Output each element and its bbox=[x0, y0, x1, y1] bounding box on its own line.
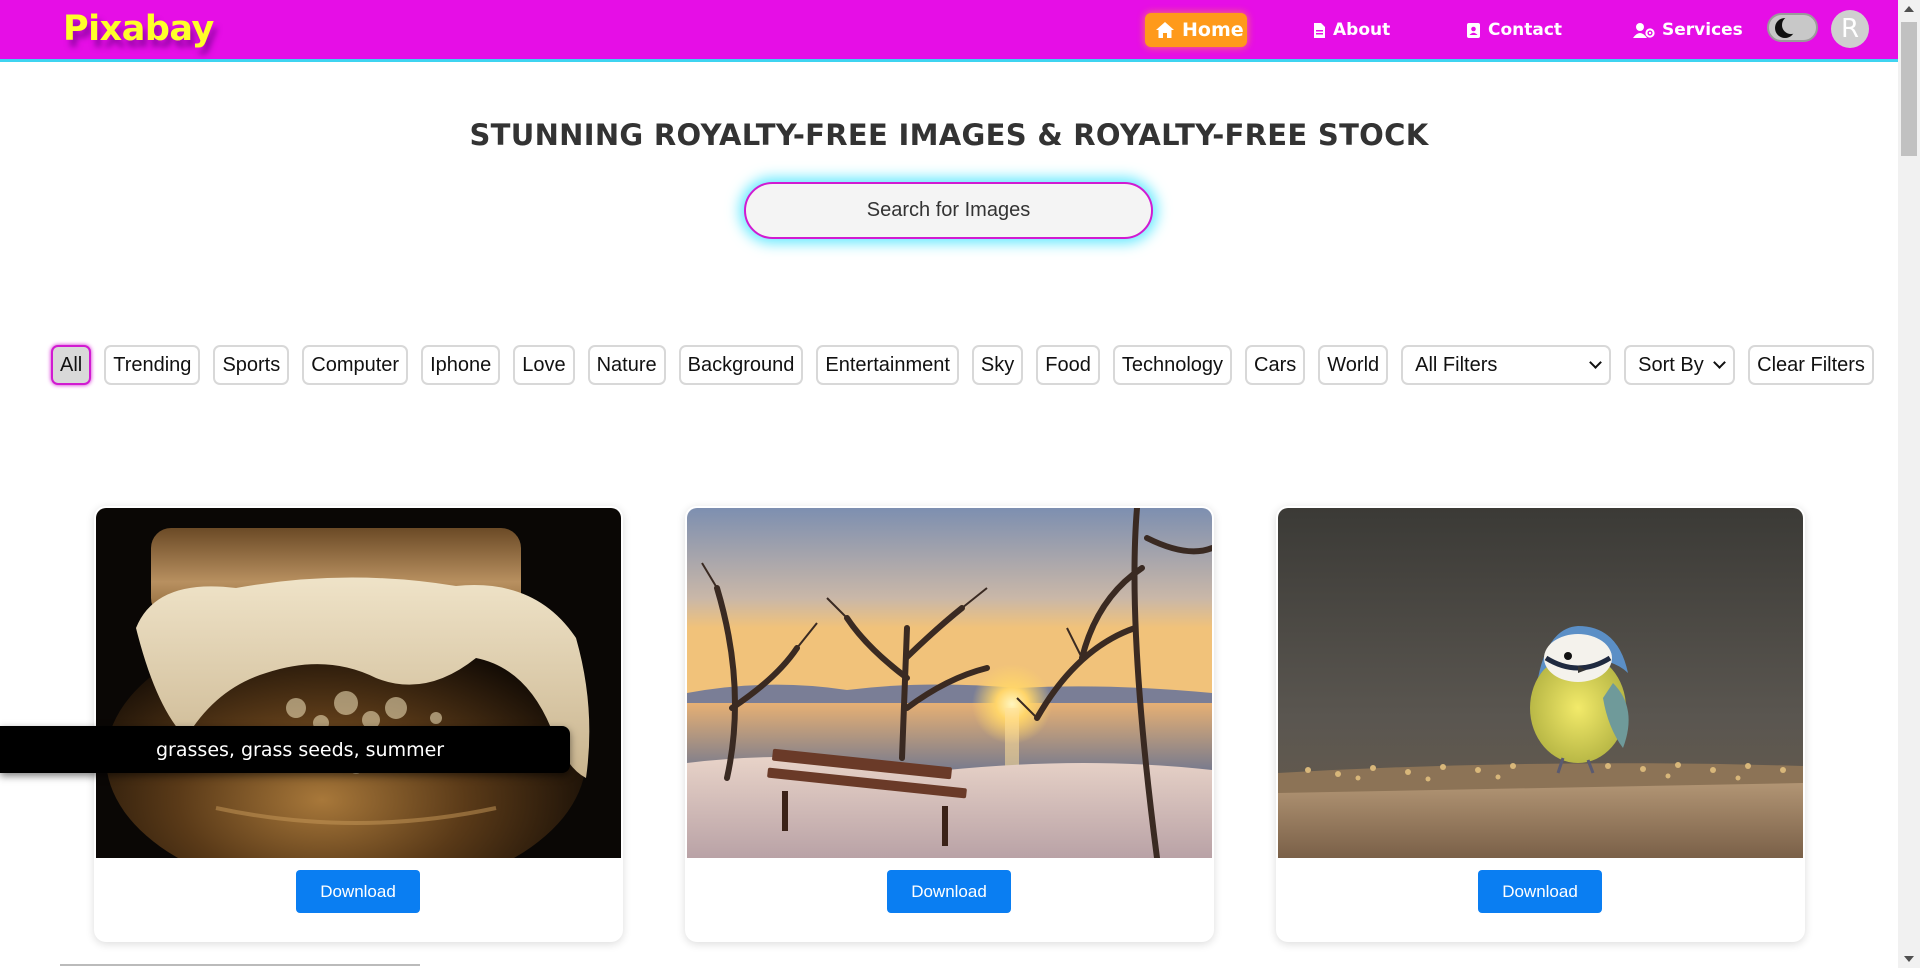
nav-contact-label: Contact bbox=[1488, 20, 1563, 40]
filter-chip-cars[interactable]: Cars bbox=[1245, 345, 1306, 385]
filter-chip-sports[interactable]: Sports bbox=[213, 345, 290, 385]
filter-chip-background[interactable]: Background bbox=[678, 345, 804, 385]
filter-chip-love[interactable]: Love bbox=[513, 345, 575, 385]
filter-chip-computer[interactable]: Computer bbox=[302, 345, 409, 385]
nav-about[interactable]: About bbox=[1303, 13, 1400, 47]
all-filters-value: All Filters bbox=[1415, 353, 1498, 376]
jar-with-cloth-photo[interactable] bbox=[96, 508, 621, 858]
nav-home-label: Home bbox=[1182, 19, 1244, 41]
filter-chip-iphone[interactable]: Iphone bbox=[421, 345, 501, 385]
nav-contact[interactable]: Contact bbox=[1456, 13, 1572, 47]
filter-chip-food[interactable]: Food bbox=[1036, 345, 1100, 385]
download-button[interactable]: Download bbox=[1478, 870, 1602, 913]
filter-chip-world[interactable]: World bbox=[1318, 345, 1389, 385]
user-gear-icon bbox=[1633, 22, 1655, 39]
download-button[interactable]: Download bbox=[296, 870, 420, 913]
image-tags-tooltip: grasses, grass seeds, summer bbox=[0, 726, 570, 773]
filter-chip-all[interactable]: All bbox=[51, 345, 92, 385]
scroll-up-arrow-icon[interactable] bbox=[1904, 6, 1914, 12]
image-card: Download bbox=[685, 506, 1214, 942]
filter-chip-trending[interactable]: Trending bbox=[104, 345, 201, 385]
blue-tit-bird-photo[interactable] bbox=[1278, 508, 1803, 858]
filter-chip-nature[interactable]: Nature bbox=[587, 345, 666, 385]
scrollbar-thumb[interactable] bbox=[1901, 22, 1917, 156]
filter-bar: All Trending Sports Computer Iphone Love… bbox=[51, 345, 1874, 385]
sort-by-select[interactable]: Sort By bbox=[1624, 345, 1736, 385]
nav-services-label: Services bbox=[1662, 20, 1743, 40]
filter-chip-sky[interactable]: Sky bbox=[971, 345, 1024, 385]
clear-filters-button[interactable]: Clear Filters bbox=[1748, 345, 1874, 385]
page-title: STUNNING ROYALTY-FREE IMAGES & ROYALTY-F… bbox=[469, 118, 1429, 152]
contact-card-icon bbox=[1466, 22, 1481, 39]
document-icon bbox=[1313, 22, 1326, 39]
page: Pixabay Home About Contact Services R ST… bbox=[0, 0, 1920, 968]
scroll-down-arrow-icon[interactable] bbox=[1904, 956, 1914, 962]
theme-toggle[interactable] bbox=[1767, 13, 1818, 42]
navbar: Pixabay Home About Contact Services R bbox=[0, 0, 1898, 62]
filter-chip-technology[interactable]: Technology bbox=[1112, 345, 1233, 385]
image-card: Download bbox=[1276, 506, 1805, 942]
nav-home[interactable]: Home bbox=[1145, 13, 1247, 47]
logo[interactable]: Pixabay bbox=[63, 9, 214, 49]
filter-chip-entertainment[interactable]: Entertainment bbox=[816, 345, 959, 385]
nav-about-label: About bbox=[1333, 20, 1391, 40]
divider bbox=[60, 964, 420, 966]
sort-by-value: Sort By bbox=[1638, 353, 1704, 376]
chevron-down-icon bbox=[1713, 356, 1727, 369]
all-filters-select[interactable]: All Filters bbox=[1401, 345, 1612, 385]
moon-icon bbox=[1775, 16, 1800, 38]
chevron-down-icon bbox=[1589, 356, 1603, 369]
search-input[interactable] bbox=[744, 182, 1153, 239]
avatar[interactable]: R bbox=[1831, 10, 1869, 48]
image-card: Download bbox=[94, 506, 623, 942]
scrollbar[interactable] bbox=[1898, 0, 1920, 968]
download-button[interactable]: Download bbox=[887, 870, 1011, 913]
home-icon bbox=[1155, 21, 1175, 39]
nav-services[interactable]: Services bbox=[1623, 13, 1753, 47]
winter-sunset-bench-photo[interactable] bbox=[687, 508, 1212, 858]
